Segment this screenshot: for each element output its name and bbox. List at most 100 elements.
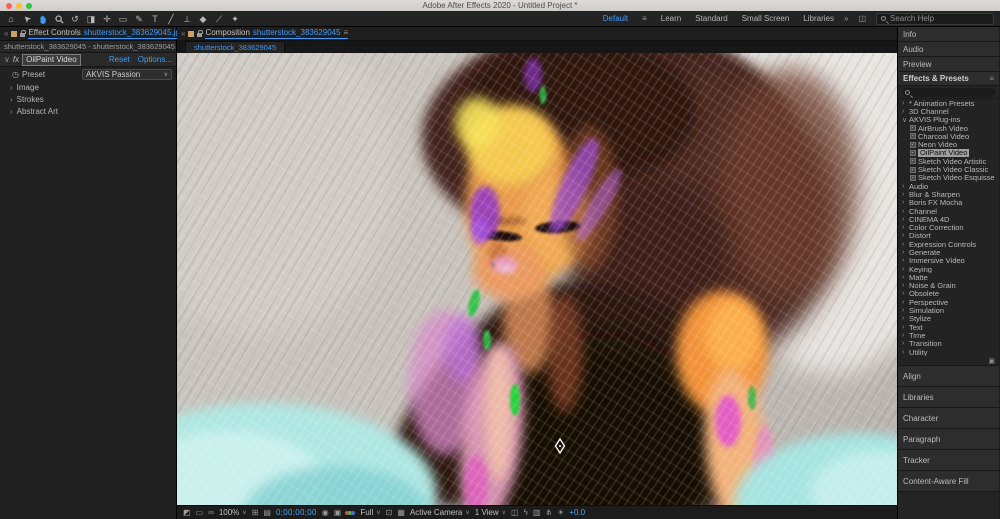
effect-category-channel[interactable]: ›Channel [898, 207, 999, 215]
chevron-right-icon[interactable]: › [902, 100, 907, 107]
chevron-right-icon[interactable]: › [902, 108, 907, 115]
chevron-right-icon[interactable]: › [902, 199, 907, 206]
show-snapshot-icon[interactable]: ▣ [334, 507, 342, 519]
effect-options-button[interactable]: Options... [138, 55, 172, 64]
chevron-right-icon[interactable]: › [902, 241, 907, 248]
pan-behind-tool-icon[interactable]: ✛ [102, 12, 112, 26]
effects-presets-header[interactable]: Effects & Presets≡ [898, 72, 999, 86]
chevron-right-icon[interactable]: › [902, 282, 907, 289]
effect-category-keying[interactable]: ›Keying [898, 265, 999, 273]
primary-viewer-icon[interactable]: ▭ [196, 507, 204, 519]
view-camera-select[interactable]: Active Camera∨ [410, 508, 470, 517]
effect-category-3d-channel[interactable]: ›3D Channel [898, 107, 999, 115]
fast-previews-icon[interactable]: ϟ [524, 507, 528, 519]
reset-effect-button[interactable]: Reset [109, 55, 130, 64]
chevron-right-icon[interactable]: › [902, 249, 907, 256]
panel-tab-tracker[interactable]: Tracker [898, 450, 999, 471]
magnification-glasses-icon[interactable]: ∞ [208, 507, 214, 519]
workspace-default[interactable]: Default [603, 14, 628, 23]
home-tool-icon[interactable]: ⌂ [6, 12, 16, 26]
effect-category-distort[interactable]: ›Distort [898, 232, 999, 240]
effect-category-simulation[interactable]: ›Simulation [898, 306, 999, 314]
panel-tab-character[interactable]: Character [898, 408, 999, 429]
always-preview-icon[interactable]: ◩ [183, 507, 191, 519]
roto-brush-tool-icon[interactable]: ⟋ [214, 12, 224, 26]
effect-item-airbrush-video[interactable]: AirBrush Video [898, 124, 999, 132]
reset-exposure-icon[interactable]: ☀ [557, 507, 564, 519]
effect-category-text[interactable]: ›Text [898, 323, 999, 331]
effect-row-oilpaint[interactable]: ∨ fx OilPaint Video Reset Options... [0, 53, 176, 67]
channel-settings-icon[interactable] [346, 511, 355, 515]
chevron-right-icon[interactable]: › [902, 349, 907, 356]
workspace-standard[interactable]: Standard [695, 14, 727, 23]
chevron-right-icon[interactable]: › [902, 299, 907, 306]
pen-tool-icon[interactable]: ✎ [134, 12, 144, 26]
chevron-right-icon[interactable]: › [902, 183, 907, 190]
chevron-right-icon[interactable]: › [902, 257, 907, 264]
effect-category-time[interactable]: ›Time [898, 331, 999, 339]
pixel-aspect-correction-icon[interactable]: ◫ [511, 507, 519, 519]
workspace-menu-icon[interactable]: ≡ [642, 14, 647, 23]
effect-category-cinema-4d[interactable]: ›CINEMA 4D [898, 215, 999, 223]
chevron-right-icon[interactable]: › [902, 324, 907, 331]
transparency-grid-icon[interactable]: ▦ [397, 507, 405, 519]
effect-controls-tab[interactable]: Effect Controls shutterstock_383629045.j… [28, 28, 192, 39]
panel-tab-info[interactable]: Info [898, 27, 999, 42]
effect-category-boris-fx-mocha[interactable]: ›Boris FX Mocha [898, 199, 999, 207]
hand-tool-icon[interactable] [38, 13, 48, 25]
chevron-down-icon[interactable]: ∨ [902, 116, 907, 124]
effects-search-input[interactable] [902, 88, 995, 97]
shape-tool-icon[interactable]: ▭ [118, 12, 128, 26]
effect-category-obsolete[interactable]: ›Obsolete [898, 290, 999, 298]
flowchart-icon[interactable]: ⋔ [545, 507, 552, 519]
chevron-right-icon[interactable]: › [902, 340, 907, 347]
composition-document-tab[interactable]: shutterstock_383629045 [185, 41, 285, 53]
effect-name[interactable]: OilPaint Video [22, 54, 81, 66]
exposure-value[interactable]: +0.0 [569, 508, 585, 517]
panel-tab-align[interactable]: Align [898, 366, 999, 387]
chevron-right-icon[interactable]: › [902, 290, 907, 297]
panel-tab-libraries[interactable]: Libraries [898, 387, 999, 408]
composition-tab[interactable]: Composition shutterstock_383629045 ≡ [205, 28, 348, 39]
panel-collapse-icon[interactable]: « [181, 29, 185, 38]
chevron-right-icon[interactable]: › [902, 208, 907, 215]
brush-tool-icon[interactable]: ╱ [166, 12, 176, 26]
effect-category-akvis-plug-ins[interactable]: ∨AKVIS Plug-ins [898, 116, 999, 124]
panel-tab-preview[interactable]: Preview [898, 57, 999, 72]
panel-collapse-icon[interactable]: « [4, 29, 8, 38]
search-help-input[interactable]: Search Help [876, 13, 994, 25]
workspace-learn[interactable]: Learn [661, 14, 681, 23]
stopwatch-icon[interactable]: ◷ [12, 70, 19, 79]
chevron-right-icon[interactable]: › [902, 266, 907, 273]
panel-tab-paragraph[interactable]: Paragraph [898, 429, 999, 450]
lock-icon[interactable] [197, 33, 202, 37]
effect-group-abstract-art[interactable]: ›Abstract Art [0, 105, 176, 117]
workspace-switcher-icon[interactable]: ◫ [858, 14, 866, 23]
effect-group-strokes[interactable]: ›Strokes [0, 93, 176, 105]
workspace-libraries[interactable]: Libraries [803, 14, 834, 23]
effect-expand-icon[interactable]: ∨ [4, 55, 10, 64]
workspace-small-screen[interactable]: Small Screen [742, 14, 790, 23]
chevron-right-icon[interactable]: › [902, 315, 907, 322]
rotation-tool-icon[interactable]: ↺ [70, 12, 80, 26]
effect-category-perspective[interactable]: ›Perspective [898, 298, 999, 306]
panel-tab-content-aware-fill[interactable]: Content-Aware Fill [898, 471, 999, 492]
effect-item-neon-video[interactable]: Neon Video [898, 140, 999, 148]
panel-menu-icon[interactable]: ≡ [989, 74, 994, 83]
view-layout-select[interactable]: 1 View∨ [475, 508, 506, 517]
grid-guides-icon[interactable]: ⊞ [252, 507, 259, 519]
effect-category-expression-controls[interactable]: ›Expression Controls [898, 240, 999, 248]
chevron-right-icon[interactable]: › [902, 232, 907, 239]
clone-stamp-tool-icon[interactable]: ⊥ [182, 12, 192, 26]
region-of-interest-icon[interactable]: ⊡ [386, 507, 393, 519]
chevron-right-icon[interactable]: › [902, 274, 907, 281]
effect-category-utility[interactable]: ›Utility [898, 348, 999, 356]
composition-viewport[interactable] [177, 53, 897, 505]
effect-category-noise-grain[interactable]: ›Noise & Grain [898, 282, 999, 290]
puppet-pin-tool-icon[interactable]: ✦ [230, 12, 240, 26]
zoom-tool-icon[interactable] [54, 13, 64, 24]
effect-category-audio[interactable]: ›Audio [898, 182, 999, 190]
effect-category-blur-sharpen[interactable]: ›Blur & Sharpen [898, 190, 999, 198]
camera-tool-icon[interactable]: ◨ [86, 12, 96, 26]
panel-menu-icon[interactable]: ≡ [344, 28, 349, 37]
